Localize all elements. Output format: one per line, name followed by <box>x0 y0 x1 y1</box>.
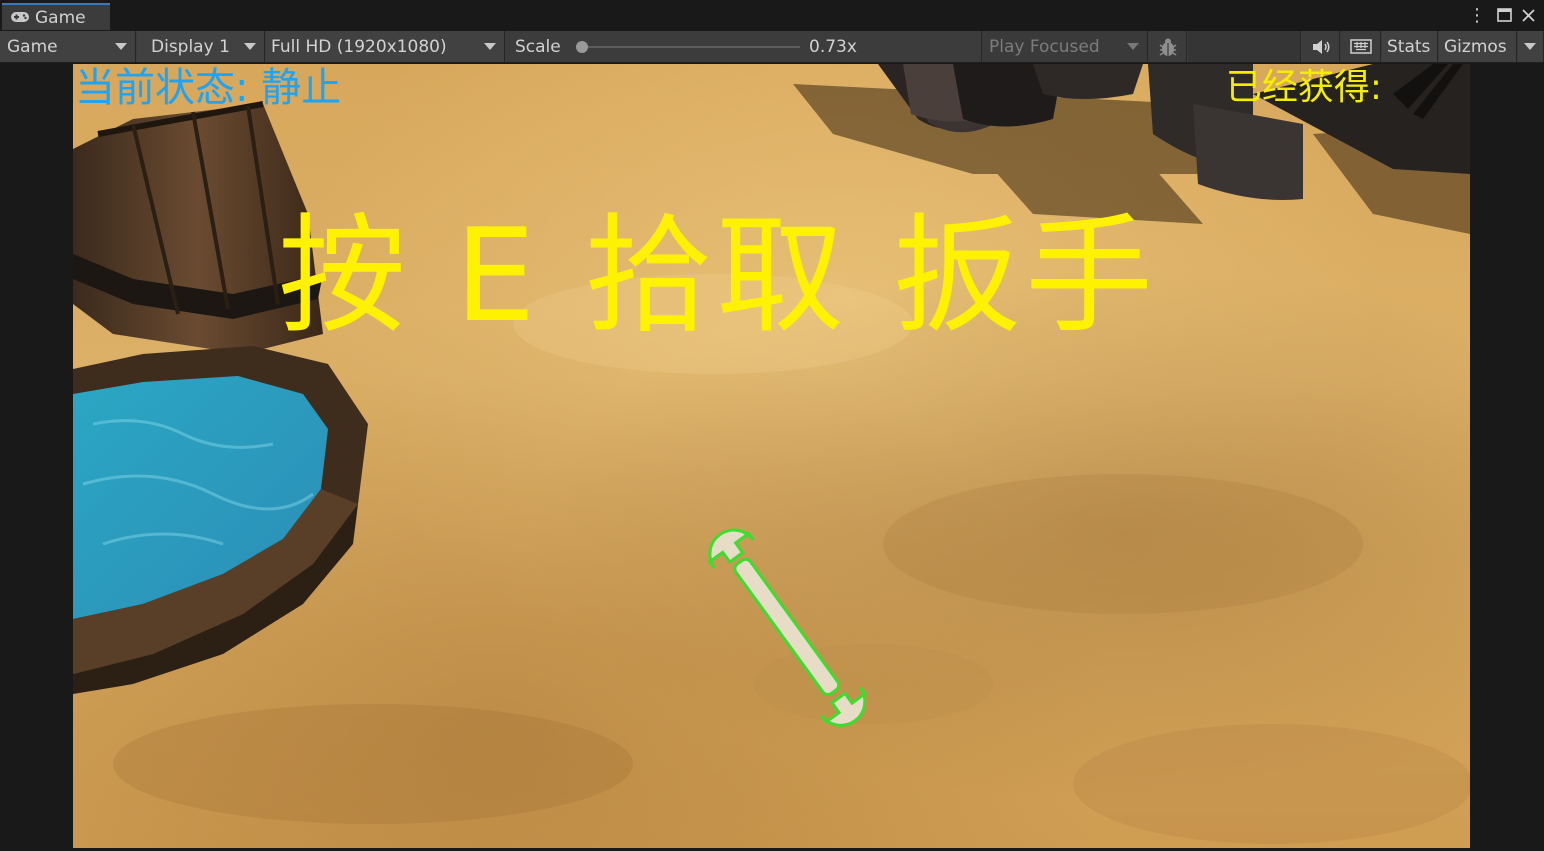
play-mode-label: Play Focused <box>989 36 1100 57</box>
water-tub-object <box>73 346 368 694</box>
tab-title: Game <box>35 7 86 28</box>
scale-value: 0.73x <box>809 36 857 57</box>
gizmos-dropdown[interactable] <box>1518 31 1544 62</box>
stats-label: Stats <box>1387 36 1431 57</box>
right-margin <box>1470 64 1544 851</box>
scale-label: Scale <box>515 36 561 57</box>
chevron-down-icon <box>484 43 496 50</box>
resolution-dropdown[interactable]: Full HD (1920x1080) <box>266 31 505 62</box>
play-mode-dropdown[interactable]: Play Focused <box>983 31 1148 62</box>
stats-button[interactable]: Stats <box>1382 31 1438 62</box>
chevron-down-icon <box>244 43 256 50</box>
gizmos-button[interactable]: Gizmos <box>1439 31 1517 62</box>
chevron-down-icon <box>115 43 127 50</box>
search-field[interactable] <box>1188 31 1301 62</box>
game-viewport[interactable]: 当前状态: 静止 已经获得: 按 E 拾取 扳手 <box>73 64 1470 848</box>
game-toolbar: Game Display 1 Full HD (1920x1080) Scale… <box>0 31 1544 63</box>
maximize-icon[interactable] <box>1494 4 1514 26</box>
display-label: Display 1 <box>151 36 230 57</box>
pickup-prompt-text: 按 E 拾取 扳手 <box>278 202 1157 351</box>
chevron-down-icon <box>1127 43 1139 50</box>
close-icon[interactable] <box>1518 4 1538 26</box>
mode-dropdown[interactable]: Game <box>0 31 136 62</box>
mode-label: Game <box>7 36 58 57</box>
more-options-icon[interactable]: ⋮ <box>1468 4 1486 26</box>
scale-slider-track[interactable] <box>582 46 800 48</box>
player-state-text: 当前状态: 静止 <box>75 65 342 111</box>
bug-icon[interactable] <box>1149 31 1187 62</box>
keyboard-icon[interactable] <box>1341 31 1381 62</box>
tab-game[interactable]: Game <box>2 3 110 30</box>
chevron-down-icon <box>1524 43 1536 50</box>
scene-render <box>73 64 1470 844</box>
display-dropdown[interactable]: Display 1 <box>137 31 265 62</box>
gamepad-icon <box>10 8 30 27</box>
audio-icon[interactable] <box>1302 31 1340 62</box>
tab-bar: Game ⋮ <box>0 0 1544 30</box>
resolution-label: Full HD (1920x1080) <box>271 36 447 57</box>
gizmos-label: Gizmos <box>1444 36 1507 57</box>
scale-slider-handle[interactable] <box>576 41 588 53</box>
obtained-items-text: 已经获得: <box>1225 67 1382 108</box>
